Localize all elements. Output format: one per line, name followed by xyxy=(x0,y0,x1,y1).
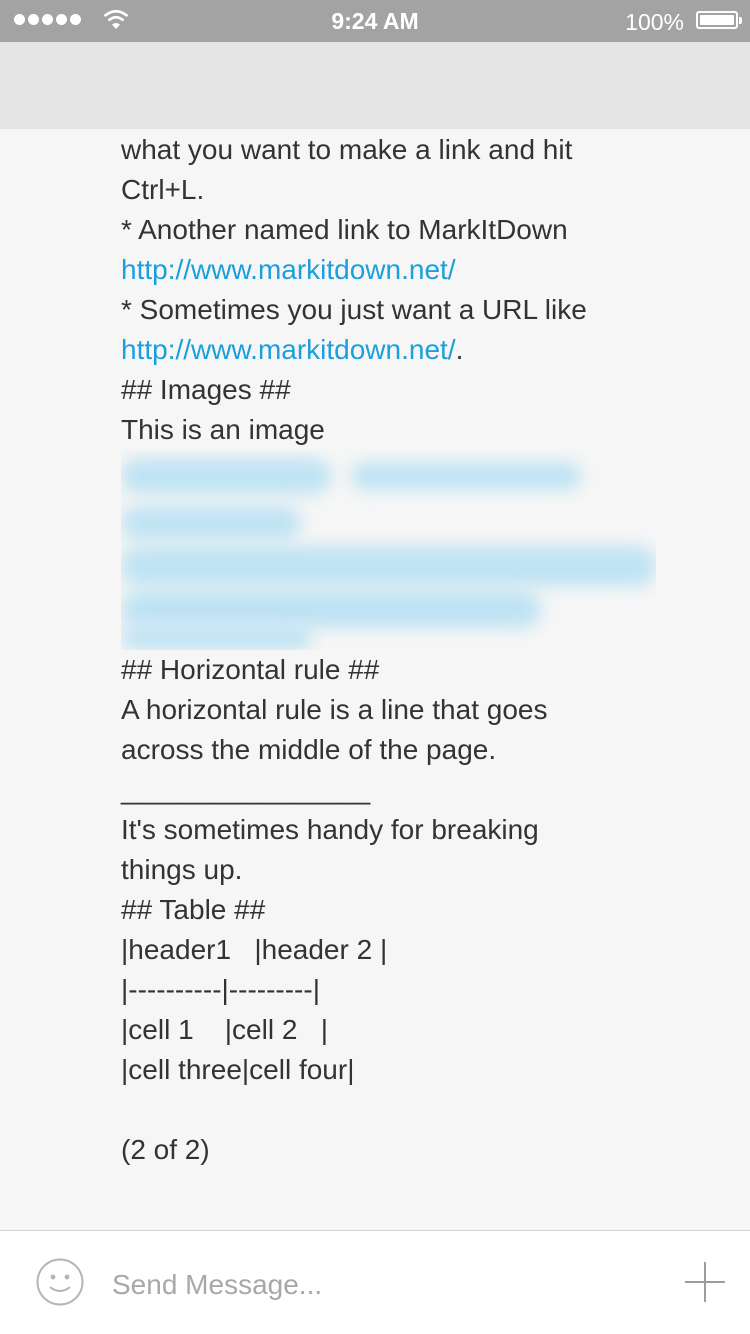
message-line: * Sometimes you just want a URL like xyxy=(121,294,587,325)
status-bar: 9:24 AM 100% xyxy=(0,0,750,42)
message-line: ## Table ## xyxy=(121,894,266,925)
message-text-after-image: ## Horizontal rule ## A horizontal rule i… xyxy=(121,650,661,1170)
message-line: * Another named link to MarkItDown xyxy=(121,214,568,245)
message-line: (2 of 2) xyxy=(121,1134,210,1165)
message-line: |header1 |header 2 | xyxy=(121,934,388,965)
battery-percent: 100% xyxy=(625,9,684,35)
battery-icon xyxy=(696,11,742,29)
message-line: http://www.markitdown.net/. xyxy=(121,330,661,370)
conversation-view[interactable]: easiest way to do these is to selectwhat… xyxy=(0,129,750,1230)
message-link[interactable]: http://www.markitdown.net/ xyxy=(121,254,456,285)
message-link[interactable]: http://www.markitdown.net/ xyxy=(121,334,456,365)
message-line: things up. xyxy=(121,854,243,885)
message-line: This is an image xyxy=(121,414,325,445)
message-line xyxy=(121,1090,661,1130)
message-text-before-image: easiest way to do these is to selectwhat… xyxy=(121,129,661,450)
message-line: what you want to make a link and hit xyxy=(121,134,573,165)
message-line: Ctrl+L. xyxy=(121,174,205,205)
send-message-input[interactable] xyxy=(112,1265,632,1305)
message-bubble: easiest way to do these is to selectwhat… xyxy=(121,129,661,1170)
message-composer xyxy=(0,1230,750,1334)
message-line: across the middle of the page. xyxy=(121,734,497,765)
message-line: http://www.markitdown.net/ xyxy=(121,250,661,290)
message-link-suffix: . xyxy=(455,334,464,365)
message-line: |cell three|cell four| xyxy=(121,1054,355,1085)
smiley-icon[interactable] xyxy=(35,1257,85,1307)
message-line: |----------|---------| xyxy=(121,974,320,1005)
message-line: |cell 1 |cell 2 | xyxy=(121,1014,329,1045)
navigation-bar xyxy=(0,42,750,129)
message-line: A horizontal rule is a line that goes xyxy=(121,694,548,725)
plus-icon[interactable] xyxy=(684,1261,726,1303)
message-line: ## Horizontal rule ## xyxy=(121,654,380,685)
message-line: It's sometimes handy for breaking xyxy=(121,814,539,845)
message-line: ## Images ## xyxy=(121,374,291,405)
message-image[interactable] xyxy=(121,450,656,650)
message-line: ________________ xyxy=(121,774,371,805)
